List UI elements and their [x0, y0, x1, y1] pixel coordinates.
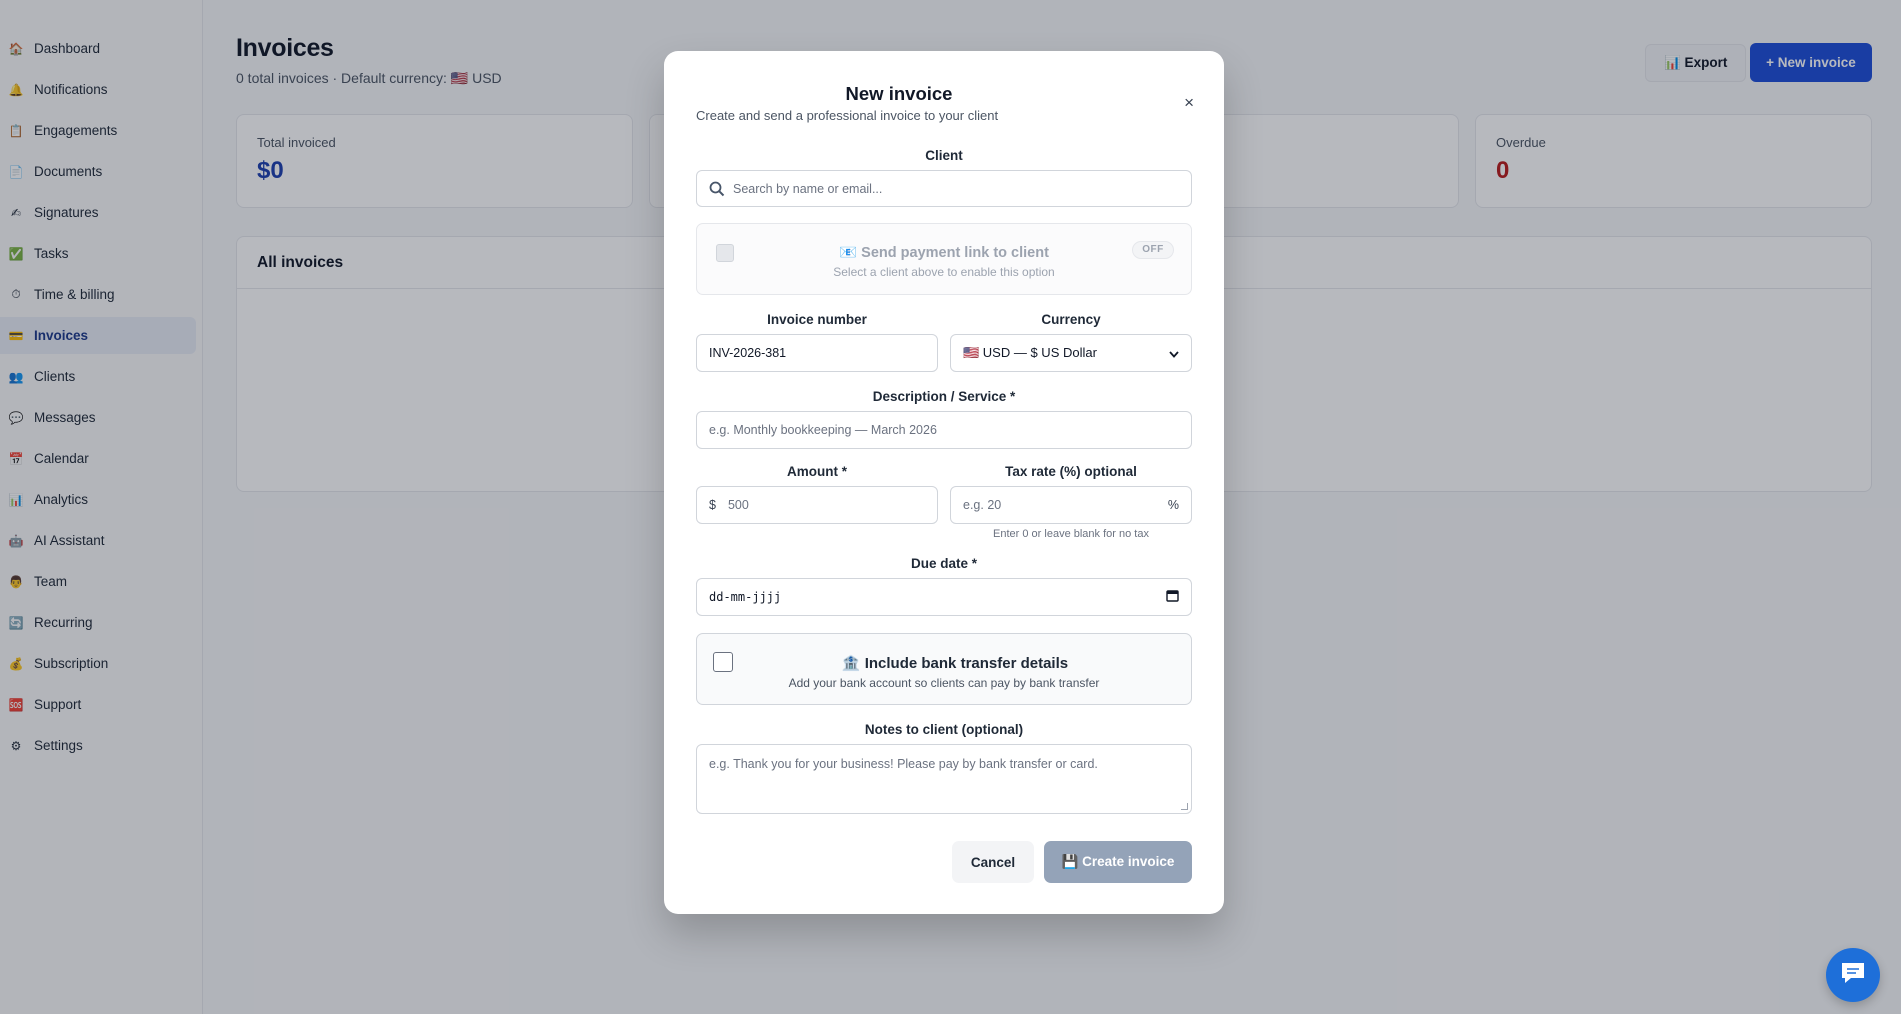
calendar-icon[interactable] — [1166, 589, 1179, 605]
currency-selected-value: 🇺🇸 USD — $ US Dollar — [963, 345, 1097, 360]
description-label: Description / Service * — [872, 389, 1016, 404]
due-date-label: Due date * — [910, 556, 978, 571]
payment-link-title: 📧 Send payment link to client — [839, 245, 1049, 261]
payment-link-option: 📧 Send payment link to client Select a c… — [696, 223, 1192, 295]
currency-label: Currency — [1041, 312, 1101, 327]
client-search-placeholder: Search by name or email... — [733, 181, 883, 196]
amount-prefix: $ — [709, 498, 716, 512]
modal-subtitle: Create and send a professional invoice t… — [696, 108, 999, 123]
payment-link-subtitle: Select a client above to enable this opt… — [833, 265, 1055, 279]
chat-bubble-icon — [1839, 960, 1867, 991]
currency-select[interactable]: 🇺🇸 USD — $ US Dollar — [950, 334, 1192, 372]
client-label: Client — [925, 148, 963, 163]
bank-transfer-option: 🏦 Include bank transfer details Add your… — [696, 633, 1192, 705]
description-input[interactable]: e.g. Monthly bookkeeping — March 2026 — [696, 411, 1192, 449]
amount-label: Amount * — [787, 464, 847, 479]
amount-input[interactable]: $ 500 — [696, 486, 938, 524]
client-search-input[interactable]: Search by name or email... — [696, 170, 1192, 207]
amount-placeholder: 500 — [727, 498, 749, 512]
close-icon[interactable]: × — [1184, 93, 1194, 113]
chevron-down-icon — [1169, 346, 1179, 361]
due-date-input[interactable]: dd-mm-jjjj — [696, 578, 1192, 616]
tax-placeholder: e.g. 20 — [963, 498, 1002, 512]
resize-handle-icon[interactable] — [1181, 803, 1188, 810]
invoice-number-label: Invoice number — [767, 312, 867, 327]
tax-suffix: % — [1167, 498, 1179, 512]
bank-transfer-subtitle: Add your bank account so clients can pay… — [788, 676, 1100, 690]
invoice-number-input[interactable]: INV-2026-381 — [696, 334, 938, 372]
notes-label: Notes to client (optional) — [864, 722, 1024, 737]
tax-hint: Enter 0 or leave blank for no tax — [993, 528, 1149, 540]
tax-label: Tax rate (%) optional — [1005, 464, 1137, 479]
payment-link-toggle[interactable]: OFF — [1132, 241, 1174, 259]
create-invoice-button[interactable]: 💾 Create invoice — [1044, 841, 1192, 883]
new-invoice-modal: New invoice Create and send a profession… — [664, 51, 1224, 914]
modal-title: New invoice — [845, 83, 953, 104]
search-icon — [709, 181, 725, 197]
due-date-placeholder: dd-mm-jjjj — [709, 590, 782, 604]
chat-widget-button[interactable] — [1826, 948, 1880, 1002]
notes-placeholder: e.g. Thank you for your business! Please… — [709, 757, 1098, 771]
notes-textarea[interactable]: e.g. Thank you for your business! Please… — [696, 744, 1192, 814]
bank-transfer-title: 🏦 Include bank transfer details — [841, 655, 1069, 672]
cancel-button[interactable]: Cancel — [952, 841, 1034, 883]
tax-input[interactable]: e.g. 20 % — [950, 486, 1192, 524]
